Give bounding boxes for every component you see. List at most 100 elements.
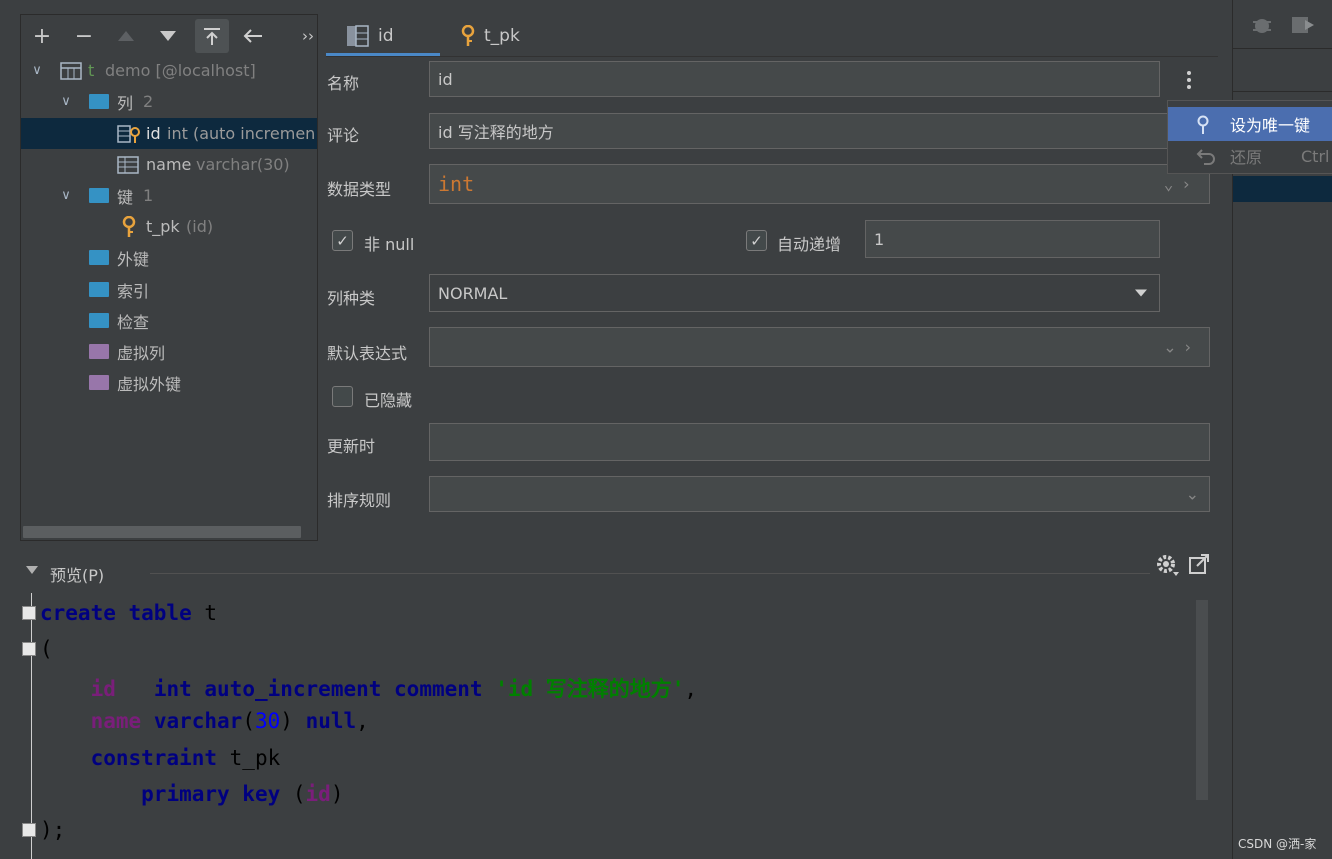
folder-icon [89,375,109,390]
more-options-button[interactable] [1180,66,1198,94]
open-in-window-icon[interactable] [1188,553,1210,575]
kebab-dot [1187,85,1191,89]
sql-string: 'id 写注释的地方' [495,677,685,701]
tree-table-node[interactable]: ∨ t demo [@localhost] [21,55,317,86]
tree-columns-folder[interactable]: ∨ 列 2 [21,86,317,117]
column-kind-select[interactable]: NORMAL [429,274,1160,312]
column-name-name: name [146,155,192,174]
revert-menu-item[interactable]: 还原 Ctrl [1168,139,1332,173]
sql-keyword: primary key [141,782,281,806]
comment-label: 评论 [327,126,360,145]
collation-field[interactable]: ⌄ [429,476,1210,512]
keys-folder-label: 键 [117,187,134,207]
kebab-dot [1187,78,1191,82]
folder-icon [89,344,109,359]
right-panel-selected-row[interactable] [1233,176,1332,202]
sql-punct: , [356,709,369,733]
add-button[interactable]: + [25,19,59,53]
revert-shortcut: Ctrl [1301,146,1330,166]
chevron-down-icon[interactable]: ∨ [58,188,74,203]
move-down-button[interactable] [151,19,185,53]
chevron-down-icon[interactable]: ⌄ [1186,485,1199,504]
auto-increment-start-field[interactable]: 1 [865,220,1160,258]
datatype-field[interactable]: int ⌄› [429,164,1210,204]
sql-keyword: constraint [90,746,218,770]
tab-key-t-pk[interactable]: t_pk [460,16,520,56]
default-expression-field[interactable]: ⌄› [429,327,1210,367]
comment-value: id 写注释的地方 [438,123,554,142]
gear-icon[interactable] [1156,553,1180,577]
tree-checks-folder[interactable]: 检查 [21,305,317,336]
arrow-left-icon [243,29,262,43]
jump-to-top-icon [204,28,220,45]
fold-marker-icon[interactable] [22,823,36,837]
triangle-down-icon [160,31,176,41]
move-up-button[interactable] [109,19,143,53]
primary-key-column-icon [117,124,143,148]
chevron-double-right-icon: ›› [302,27,314,45]
tree-column-id[interactable]: id int (auto incremen [21,118,317,149]
folder-icon [89,250,109,265]
sql-punct: ); [40,818,66,842]
tree-horizontal-scrollbar[interactable] [23,526,301,538]
sql-column: name [90,709,142,733]
tab-label: id [378,26,394,46]
auto-increment-value: 1 [874,229,885,249]
default-expression-label: 默认表达式 [327,344,408,363]
auto-increment-checkbox[interactable]: ✓ [746,230,767,251]
checks-label: 检查 [117,312,150,332]
name-field[interactable]: id [429,61,1160,97]
key-columns: (id) [186,217,214,236]
key-icon [461,25,475,46]
fold-marker-icon[interactable] [22,642,36,656]
column-name-type: varchar(30) [196,155,290,174]
back-button[interactable] [236,19,270,53]
tree-keys-folder[interactable]: ∨ 键 1 [21,180,317,211]
keys-count: 1 [143,186,154,205]
more-actions-button[interactable]: ›› [291,19,325,53]
triangle-up-icon [118,31,134,41]
not-null-checkbox[interactable]: ✓ [332,230,353,251]
chevron-down-icon[interactable]: ∨ [29,63,45,78]
tree-virtual-fks-folder[interactable]: 虚拟外键 [21,367,317,398]
hidden-checkbox[interactable] [332,386,353,407]
remove-button[interactable]: − [67,19,101,53]
on-update-field[interactable] [429,423,1210,461]
tab-column-id[interactable]: id [346,16,394,56]
editor-gutter [20,593,32,859]
comment-field[interactable]: id 写注释的地方 [429,113,1169,149]
code-line-6: primary key (id) [40,782,343,806]
tree-foreign-keys-folder[interactable]: 外键 [21,242,317,273]
chevron-down-icon[interactable]: ∨ [58,94,74,109]
sql-column: id [90,677,116,701]
tree-column-name[interactable]: name varchar(30) [21,149,317,180]
key-icon [1196,115,1210,139]
checkmark-icon: ✓ [336,231,349,250]
sql-punct: ) [280,709,306,733]
tabs-divider [326,56,1218,57]
tree-indexes-folder[interactable]: 索引 [21,274,317,305]
tree-virtual-columns-folder[interactable]: 虚拟列 [21,336,317,367]
collation-label: 排序规则 [327,491,392,510]
chevron-down-right-icon[interactable]: ⌄› [1163,338,1199,357]
sql-punct: ) [330,782,344,806]
table-name-label: demo [@localhost] [105,61,256,80]
chevron-down-right-icon[interactable]: ⌄› [1164,175,1199,194]
debug-icon[interactable] [1251,14,1273,36]
set-unique-key-menu-item[interactable]: 设为唯一键 [1168,107,1332,141]
tree-key-t-pk[interactable]: t_pk (id) [21,211,317,242]
column-options-popup: 设为唯一键 还原 Ctrl [1167,100,1332,174]
run-config-icon[interactable] [1291,14,1315,36]
datatype-value: int [438,172,475,196]
watermark: CSDN @洒-家 [1238,837,1317,851]
table-icon [60,62,82,84]
collapse-triangle-icon[interactable] [26,566,38,574]
foreign-keys-label: 外键 [117,249,150,269]
sql-keyword: create table [40,601,192,625]
sql-identifier: t [191,601,218,625]
folder-icon [89,313,109,328]
editor-vertical-scrollbar[interactable] [1196,600,1208,800]
fold-marker-icon[interactable] [22,606,36,620]
scroll-from-source-button[interactable] [195,19,229,53]
sql-keyword: null [305,709,357,733]
